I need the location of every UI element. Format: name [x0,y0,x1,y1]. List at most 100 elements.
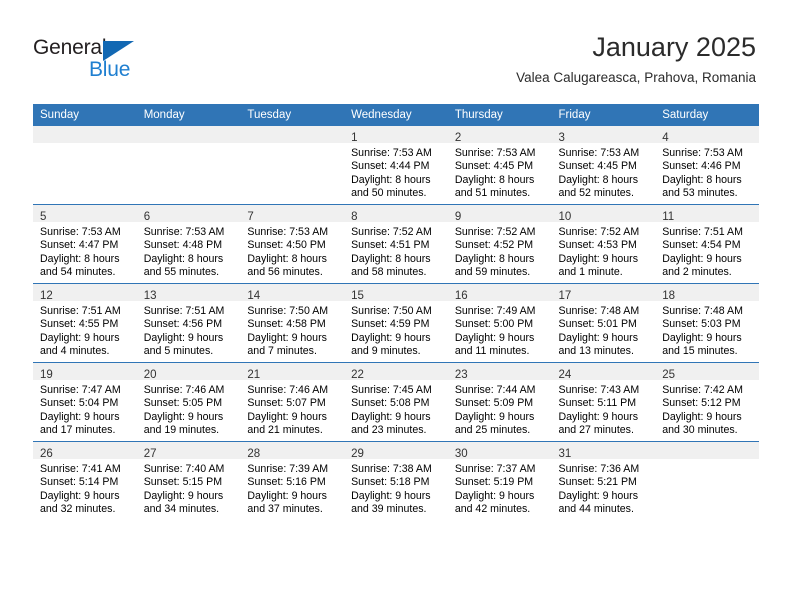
day-number: 5 [40,211,47,223]
day-detail-line: Daylight: 9 hours [143,489,224,502]
day-number-band: 29 [344,442,448,460]
day-detail-line: Sunrise: 7:37 AM [454,463,536,475]
calendar-day-cell[interactable]: 4 Sunrise: 7:53 AM Sunset: 4:46 PM Daylight… [655,126,759,205]
day-detail-text [240,143,344,147]
calendar-day-cell[interactable]: 9 Sunrise: 7:52 AM Sunset: 4:52 PM Daylight… [447,204,552,284]
day-detail-line: Sunset: 4:51 PM [351,239,430,252]
day-detail-line: Sunrise: 7:42 AM [662,384,743,396]
calendar-day-cell[interactable]: 31 Sunrise: 7:36 AM Sunset: 5:21 PM Dayligh… [551,441,656,520]
day-number-band [136,126,241,143]
day-detail-line: and 44 minutes. [558,502,634,515]
calendar-day-cell[interactable]: 18 Sunrise: 7:48 AM Sunset: 5:03 PM Dayligh… [655,283,759,363]
calendar-day-cell[interactable]: 20 Sunrise: 7:46 AM Sunset: 5:05 PM Dayligh… [136,362,241,442]
day-detail-text [655,459,759,463]
day-number-band: 21 [240,363,345,381]
calendar-day-cell[interactable]: 23 Sunrise: 7:44 AM Sunset: 5:09 PM Dayligh… [447,362,552,442]
weekday-header-row: Sunday Monday Tuesday Wednesday Thursday Frid… [33,104,759,126]
calendar-day-cell[interactable]: 21 Sunrise: 7:46 AM Sunset: 5:07 PM Dayligh… [240,362,345,442]
calendar-day-cell[interactable]: 2 Sunrise: 7:53 AM Sunset: 4:45 PM Daylight… [447,126,552,205]
day-detail-line: Sunrise: 7:52 AM [454,226,536,238]
day-number-band: 9 [447,205,552,223]
weekday-header-sunday: Sunday [33,104,137,126]
title-block: January 2025 Valea Calugareasca, Prahova… [516,30,756,88]
day-number: 7 [247,211,254,223]
day-detail-line: Sunrise: 7:52 AM [558,226,640,238]
day-detail-line: Sunset: 5:04 PM [40,397,119,410]
day-detail-text: Sunrise: 7:39 AM Sunset: 5:16 PM Daylight:… [240,459,344,516]
day-number-band: 15 [344,284,448,302]
calendar-day-cell[interactable]: 27 Sunrise: 7:40 AM Sunset: 5:15 PM Dayligh… [136,441,241,520]
calendar-day-cell[interactable]: 22 Sunrise: 7:45 AM Sunset: 5:08 PM Dayligh… [344,362,448,442]
day-detail-text: Sunrise: 7:46 AM Sunset: 5:07 PM Daylight:… [240,380,344,437]
day-number: 1 [351,132,358,144]
day-detail-line: Daylight: 9 hours [454,489,535,502]
day-detail-line: Sunrise: 7:53 AM [247,226,329,238]
day-detail-line: Sunset: 4:46 PM [662,160,741,173]
calendar-week-row: 1 Sunrise: 7:53 AM Sunset: 4:44 PM Daylight… [33,126,759,205]
calendar-day-cell[interactable]: 19 Sunrise: 7:47 AM Sunset: 5:04 PM Dayligh… [33,362,137,442]
calendar-day-cell[interactable]: 13 Sunrise: 7:51 AM Sunset: 4:56 PM Dayligh… [136,283,241,363]
day-detail-line: and 56 minutes. [247,265,323,278]
day-detail-line: and 17 minutes. [40,423,116,436]
calendar-day-cell[interactable]: 10 Sunrise: 7:52 AM Sunset: 4:53 PM Dayligh… [551,204,656,284]
calendar-day-cell[interactable]: 26 Sunrise: 7:41 AM Sunset: 5:14 PM Dayligh… [33,441,137,520]
day-number: 20 [143,369,157,381]
day-number-band [240,126,345,143]
day-detail-line: Sunset: 5:12 PM [662,397,741,410]
day-detail-line: Sunset: 5:00 PM [454,318,534,331]
day-number-band: 12 [33,284,137,302]
calendar-day-cell[interactable]: 29 Sunrise: 7:38 AM Sunset: 5:18 PM Dayligh… [344,441,448,520]
day-detail-line: Sunrise: 7:46 AM [143,384,225,396]
day-detail-line: Sunrise: 7:47 AM [40,384,121,396]
calendar-day-cell[interactable]: 16 Sunrise: 7:49 AM Sunset: 5:00 PM Dayligh… [447,283,552,363]
day-detail-line: Sunrise: 7:41 AM [40,463,121,475]
day-detail-line: and 50 minutes. [351,186,427,199]
day-detail-line: Daylight: 9 hours [143,410,224,423]
day-detail-line: Daylight: 9 hours [558,252,639,265]
calendar-day-cell[interactable]: 8 Sunrise: 7:52 AM Sunset: 4:51 PM Daylight… [344,204,448,284]
day-number-band: 6 [136,205,241,223]
calendar-day-cell[interactable]: 5 Sunrise: 7:53 AM Sunset: 4:47 PM Daylight… [33,204,137,284]
calendar-day-cell[interactable]: 14 Sunrise: 7:50 AM Sunset: 4:58 PM Dayligh… [240,283,345,363]
day-detail-line: and 1 minute. [558,265,623,278]
day-detail-text [33,143,137,147]
calendar-day-cell[interactable]: 7 Sunrise: 7:53 AM Sunset: 4:50 PM Daylight… [240,204,345,284]
day-detail-line: Sunset: 4:58 PM [247,318,326,331]
day-detail-line: Sunrise: 7:51 AM [40,305,121,317]
calendar-day-cell[interactable]: 28 Sunrise: 7:39 AM Sunset: 5:16 PM Dayligh… [240,441,345,520]
weekday-header-monday: Monday [136,104,241,126]
day-number-band: 5 [33,205,137,223]
day-detail-line: Sunset: 4:55 PM [40,318,119,331]
day-detail-line: Sunset: 5:14 PM [40,476,119,489]
day-detail-line: Sunrise: 7:53 AM [351,147,432,159]
day-detail-line: Sunset: 4:50 PM [247,239,326,252]
calendar-day-cell[interactable]: 3 Sunrise: 7:53 AM Sunset: 4:45 PM Daylight… [551,126,656,205]
day-detail-line: Sunrise: 7:36 AM [558,463,640,475]
calendar-day-cell[interactable]: 1 Sunrise: 7:53 AM Sunset: 4:44 PM Daylight… [344,126,448,205]
calendar-day-cell[interactable]: 6 Sunrise: 7:53 AM Sunset: 4:48 PM Daylight… [136,204,241,284]
day-number: 31 [558,448,572,460]
calendar-day-cell[interactable]: 15 Sunrise: 7:50 AM Sunset: 4:59 PM Dayligh… [344,283,448,363]
day-detail-line: Daylight: 9 hours [558,410,639,423]
calendar-day-cell[interactable]: 25 Sunrise: 7:42 AM Sunset: 5:12 PM Dayligh… [655,362,759,442]
day-detail-text: Sunrise: 7:44 AM Sunset: 5:09 PM Daylight:… [448,380,552,437]
day-detail-line: Daylight: 8 hours [558,173,639,186]
day-number-band [33,126,137,143]
calendar-day-cell[interactable]: 12 Sunrise: 7:51 AM Sunset: 4:55 PM Dayligh… [33,283,137,363]
calendar-day-cell[interactable]: 24 Sunrise: 7:43 AM Sunset: 5:11 PM Dayligh… [551,362,656,442]
day-detail-text: Sunrise: 7:53 AM Sunset: 4:45 PM Daylight:… [448,143,552,200]
day-number-band: 8 [344,205,448,223]
day-detail-text: Sunrise: 7:50 AM Sunset: 4:59 PM Daylight:… [344,301,448,358]
calendar-day-cell[interactable]: 11 Sunrise: 7:51 AM Sunset: 4:54 PM Dayligh… [655,204,759,284]
day-detail-line: Sunset: 5:01 PM [558,318,637,331]
calendar-day-cell[interactable]: 30 Sunrise: 7:37 AM Sunset: 5:19 PM Dayligh… [447,441,552,520]
day-number-band: 27 [136,442,241,460]
day-detail-line: Sunrise: 7:51 AM [143,305,225,317]
day-number: 17 [558,290,572,302]
day-number: 23 [454,369,468,381]
day-detail-line: and 55 minutes. [143,265,220,278]
day-detail-text: Sunrise: 7:50 AM Sunset: 4:58 PM Daylight:… [240,301,344,358]
calendar-day-cell[interactable]: 17 Sunrise: 7:48 AM Sunset: 5:01 PM Dayligh… [551,283,656,363]
day-detail-line: Sunrise: 7:46 AM [247,384,329,396]
page-subtitle: Valea Calugareasca, Prahova, Romania [516,70,756,85]
